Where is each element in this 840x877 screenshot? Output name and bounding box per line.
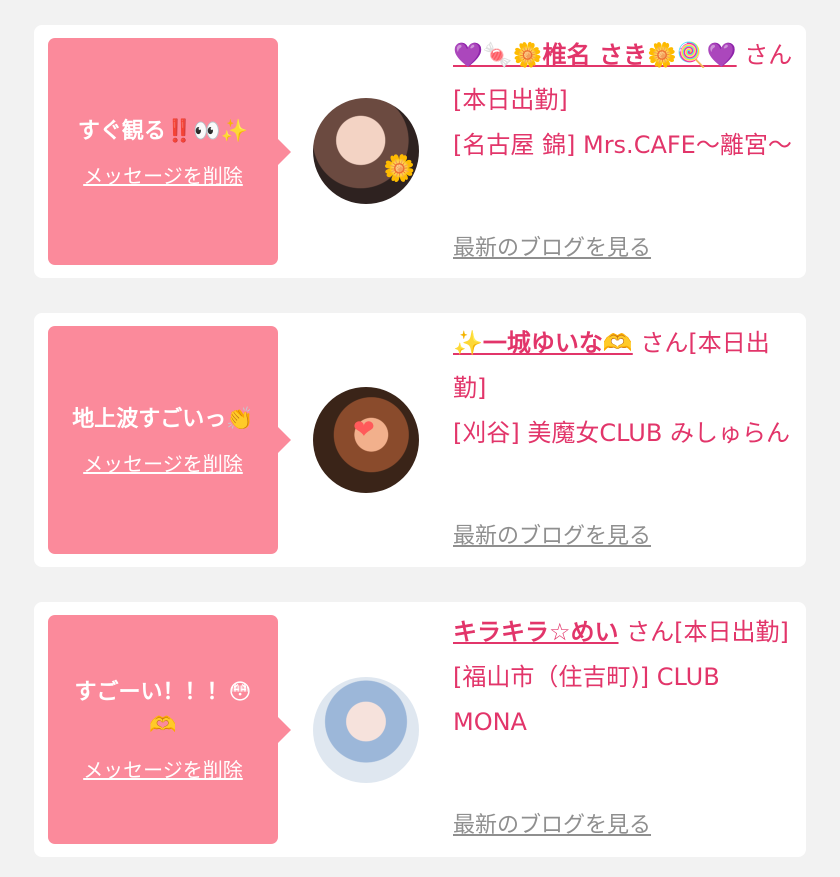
delete-message-link[interactable]: メッセージを削除 <box>83 754 243 783</box>
delete-message-link[interactable]: メッセージを削除 <box>83 448 243 477</box>
avatar[interactable]: ❤ <box>313 387 419 493</box>
delete-message-link[interactable]: メッセージを削除 <box>83 160 243 189</box>
cast-info: キラキラ☆めい さん[本日出勤] [福山市（住吉町)] CLUB MONA <box>453 610 795 745</box>
heart-sticker-icon: ❤ <box>353 415 375 445</box>
message-bubble: すぐ観る‼️👀✨ メッセージを削除 <box>48 38 291 265</box>
avatar[interactable]: 🌼 <box>313 98 419 204</box>
cast-name-link[interactable]: キラキラ☆めい <box>453 618 619 646</box>
shop-name: [名古屋 錦] Mrs.CAFE〜離宮〜 <box>453 131 792 159</box>
message-card: 地上波すごいっ👏 メッセージを削除 ❤ ✨一城ゆいな🫶 さん[本日出勤] [刈谷… <box>34 313 806 567</box>
message-text: すぐ観る‼️👀✨ <box>77 118 249 144</box>
message-text: すごーい！！！😳🫶 <box>74 680 252 738</box>
latest-blog-link[interactable]: 最新のブログを見る <box>453 807 651 839</box>
latest-blog-link[interactable]: 最新のブログを見る <box>453 230 651 262</box>
shop-name: [福山市（住吉町)] CLUB MONA <box>453 663 720 736</box>
message-card: すごーい！！！😳🫶 メッセージを削除 キラキラ☆めい さん[本日出勤] [福山市… <box>34 602 806 857</box>
message-text: 地上波すごいっ👏 <box>72 407 254 432</box>
shop-name: [刈谷] 美魔女CLUB みしゅらん <box>453 419 790 447</box>
flower-sticker-icon: 🌼 <box>383 154 416 184</box>
message-list: すぐ観る‼️👀✨ メッセージを削除 🌼 💜🍬🌼椎名 さき🌼🍭💜 さん[本日出勤]… <box>0 0 840 877</box>
message-bubble: 地上波すごいっ👏 メッセージを削除 <box>48 326 291 554</box>
cast-info: 💜🍬🌼椎名 さき🌼🍭💜 さん[本日出勤] [名古屋 錦] Mrs.CAFE〜離宮… <box>453 33 795 168</box>
cast-info: ✨一城ゆいな🫶 さん[本日出勤] [刈谷] 美魔女CLUB みしゅらん <box>453 321 795 456</box>
cast-name-link[interactable]: ✨一城ゆいな🫶 <box>453 329 633 357</box>
cast-status: さん[本日出勤] <box>626 618 789 646</box>
latest-blog-link[interactable]: 最新のブログを見る <box>453 518 651 550</box>
avatar[interactable] <box>313 677 419 783</box>
cast-name-link[interactable]: 💜🍬🌼椎名 さき🌼🍭💜 <box>453 41 737 69</box>
message-card: すぐ観る‼️👀✨ メッセージを削除 🌼 💜🍬🌼椎名 さき🌼🍭💜 さん[本日出勤]… <box>34 25 806 278</box>
message-bubble: すごーい！！！😳🫶 メッセージを削除 <box>48 615 291 844</box>
